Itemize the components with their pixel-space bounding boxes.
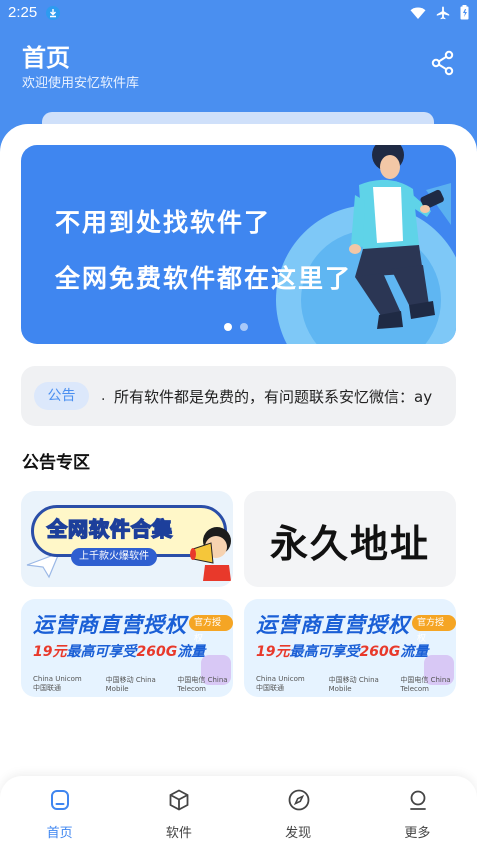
carrier-logos: China Unicom中国联通 中国移动 China Mobile 中国电信 …: [33, 675, 233, 693]
banner-illustration: [276, 145, 456, 344]
tile-software-collection[interactable]: 全网软件合集 上千款火爆软件: [21, 491, 233, 587]
compass-icon: [288, 789, 309, 811]
tile-offer: 19元最高可享受260G流量: [33, 641, 205, 661]
notice-bullet: .: [101, 388, 106, 404]
status-bar: 2:25: [0, 0, 477, 28]
tile-subtitle: 上千款火爆软件: [71, 548, 157, 566]
battery-icon: [460, 5, 469, 20]
tile-title: 运营商直营授权: [256, 613, 410, 637]
person-icon: [409, 790, 426, 810]
nav-label: 软件: [165, 826, 192, 841]
download-icon: [46, 6, 60, 20]
airplane-icon: [436, 6, 450, 19]
status-time: 2:25: [8, 4, 38, 21]
offer-price: 19元: [33, 644, 67, 660]
nav-label: 首页: [46, 826, 73, 841]
tile-carrier-authorization[interactable]: 运营商直营授权 官方授权 19元最高可享受260G流量 China Unicom…: [21, 599, 233, 697]
page-title: 首页: [22, 44, 70, 72]
nav-item-more[interactable]: 更多: [358, 776, 477, 848]
telecom-logo: 中国电信 China Telecom: [177, 676, 228, 693]
tile-title: 全网软件合集: [46, 516, 173, 542]
banner-headline-1: 不用到处找软件了: [55, 208, 272, 237]
offer-end: 流量: [177, 644, 206, 660]
nav-label: 更多: [404, 826, 431, 841]
share-button[interactable]: [430, 50, 456, 76]
nav-item-home[interactable]: 首页: [0, 776, 119, 848]
tile-offer: 19元最高可享受260G流量: [256, 641, 428, 661]
notice-bar[interactable]: 公告 . 所有软件都是免费的，有问题联系安忆微信：ay: [21, 366, 456, 426]
offer-end: 流量: [400, 644, 429, 660]
tile-title: 运营商直营授权: [33, 613, 187, 637]
unicom-logo: China Unicom中国联通: [256, 675, 305, 692]
tile-title: 永久地址: [269, 521, 430, 566]
nav-item-discover[interactable]: 发现: [239, 776, 358, 848]
offer-middle: 最高可享受: [289, 644, 360, 660]
official-badge: 官方授权: [189, 615, 233, 644]
page-subtitle: 欢迎使用安忆软件库: [22, 76, 140, 91]
pagination-dot-active[interactable]: [224, 323, 232, 331]
offer-price: 19元: [256, 644, 290, 660]
mobile-logo: 中国移动 China Mobile: [105, 676, 156, 693]
offer-data: 260G: [359, 644, 401, 660]
offer-data: 260G: [136, 644, 178, 660]
notice-text: 所有软件都是免费的，有问题联系安忆微信：ay: [114, 388, 433, 406]
megaphone-character-icon: [190, 527, 231, 581]
banner-headline-2: 全网免费软件都在这里了: [55, 264, 353, 293]
offer-middle: 最高可享受: [66, 644, 137, 660]
tile-carrier-authorization-2[interactable]: 运营商直营授权 官方授权 19元最高可享受260G流量 China Unicom…: [244, 599, 456, 697]
home-icon: [51, 790, 69, 810]
status-icons: [410, 5, 469, 20]
notice-tag: 公告: [34, 382, 89, 410]
nav-label: 发现: [285, 826, 312, 841]
carrier-logos: China Unicom中国联通 中国移动 China Mobile 中国电信 …: [256, 675, 456, 693]
wifi-icon: [410, 7, 426, 19]
banner-pagination: [224, 323, 248, 331]
telecom-logo: 中国电信 China Telecom: [400, 676, 451, 693]
pagination-dot[interactable]: [240, 323, 248, 331]
official-badge: 官方授权: [412, 615, 456, 644]
nav-item-software[interactable]: 软件: [119, 776, 238, 848]
cube-icon: [169, 789, 189, 811]
promo-banner[interactable]: 不用到处找软件了 全网免费软件都在这里了: [21, 145, 456, 344]
mobile-logo: 中国移动 China Mobile: [328, 676, 379, 693]
bottom-navigation: 首页 软件 发现 更多: [0, 776, 477, 848]
share-icon: [431, 50, 454, 76]
tile-permanent-address[interactable]: 永久地址: [244, 491, 456, 587]
unicom-logo: China Unicom中国联通: [33, 675, 82, 692]
section-title: 公告专区: [22, 453, 90, 473]
